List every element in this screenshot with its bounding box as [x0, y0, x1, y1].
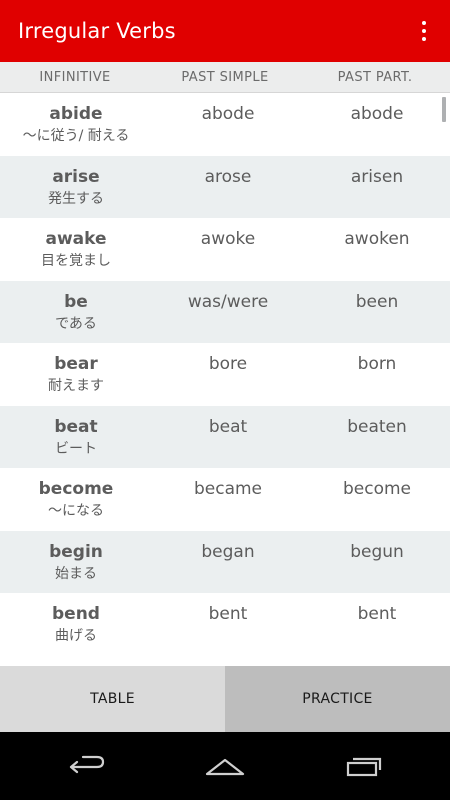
infinitive: arise	[52, 166, 100, 187]
past-participle: begun	[350, 541, 404, 562]
infinitive-cell: bend 曲げる	[0, 593, 152, 656]
past-participle: abode	[350, 104, 404, 124]
home-icon[interactable]	[195, 750, 255, 782]
infinitive: beat	[54, 416, 98, 437]
more-vertical-icon[interactable]	[410, 17, 438, 45]
infinitive: abide	[49, 104, 103, 124]
app-root: Irregular Verbs INFINITIVE PAST SIMPLE P…	[0, 0, 450, 800]
past-simple: bent	[208, 604, 248, 624]
tab-practice[interactable]: PRACTICE	[225, 666, 450, 732]
overflow-dot	[422, 37, 426, 41]
table-row[interactable]: arise 発生する arose arisen	[0, 155, 450, 219]
past-simple: was/were	[187, 291, 269, 312]
bottom-tabs: TABLE PRACTICE	[0, 666, 450, 732]
past-simple: began	[201, 541, 255, 562]
table-row[interactable]: awake 目を覚まし awoke awoken	[0, 218, 450, 281]
meaning: である	[55, 315, 97, 332]
meaning: 耐えます	[48, 378, 104, 394]
overflow-dot	[422, 21, 426, 25]
infinitive-cell: be である	[0, 281, 152, 344]
app-bar: Irregular Verbs	[0, 0, 450, 62]
table-row[interactable]: beat ビート beat beaten	[0, 405, 450, 469]
table-row[interactable]: begin 始まる began begun	[0, 530, 450, 594]
table-row[interactable]: abide 〜に従う/ 耐える abode abode	[0, 93, 450, 156]
past-participle: become	[342, 479, 412, 499]
table-row[interactable]: bend 曲げる bent bent	[0, 593, 450, 656]
infinitive-cell: bear 耐えます	[0, 343, 152, 406]
past-simple: beat	[208, 416, 248, 437]
overflow-dot	[422, 29, 426, 33]
infinitive: bear	[54, 354, 98, 374]
scrollbar-thumb[interactable]	[442, 97, 446, 122]
home-glyph	[205, 758, 245, 776]
back-arrow-glyph	[69, 755, 105, 774]
system-nav-bar	[0, 732, 450, 800]
recent-apps-icon[interactable]	[333, 750, 393, 782]
past-simple: arose	[204, 166, 252, 187]
infinitive: begin	[49, 541, 103, 562]
infinitive-cell: abide 〜に従う/ 耐える	[0, 93, 152, 156]
past-participle: been	[355, 291, 399, 312]
recent-apps-glyph	[346, 757, 382, 777]
infinitive-cell: beat ビート	[0, 406, 152, 469]
app-title: Irregular Verbs	[18, 19, 176, 43]
past-participle: born	[357, 354, 397, 374]
infinitive: bend	[52, 604, 100, 624]
meaning: 〜になる	[48, 503, 104, 519]
back-icon[interactable]	[57, 750, 117, 782]
past-participle: arisen	[350, 166, 404, 187]
table-header: INFINITIVE PAST SIMPLE PAST PART.	[0, 62, 450, 93]
header-infinitive: INFINITIVE	[39, 69, 111, 85]
infinitive-cell: awake 目を覚まし	[0, 218, 152, 281]
table-row[interactable]: bear 耐えます bore born	[0, 343, 450, 406]
past-simple: became	[193, 479, 263, 499]
infinitive: be	[64, 291, 88, 312]
infinitive: become	[38, 479, 114, 499]
past-participle: awoken	[344, 229, 410, 249]
meaning: ビート	[55, 440, 97, 457]
meaning: 曲げる	[55, 628, 97, 644]
past-simple: awoke	[200, 229, 256, 249]
past-participle: bent	[357, 604, 397, 624]
verb-list[interactable]: abide 〜に従う/ 耐える abode abode arise 発生する a…	[0, 93, 450, 666]
infinitive: awake	[45, 229, 107, 249]
header-past-participle: PAST PART.	[337, 69, 413, 85]
table-row[interactable]: be である was/were been	[0, 280, 450, 344]
meaning: 始まる	[55, 565, 97, 582]
meaning: 〜に従う/ 耐える	[22, 128, 130, 144]
tab-table[interactable]: TABLE	[0, 666, 225, 732]
meaning: 発生する	[48, 190, 104, 207]
table-row[interactable]: become 〜になる became become	[0, 468, 450, 531]
past-simple: abode	[201, 104, 255, 124]
infinitive-cell: become 〜になる	[0, 468, 152, 531]
meaning: 目を覚まし	[41, 253, 111, 269]
infinitive-cell: arise 発生する	[0, 156, 152, 219]
header-past-simple: PAST SIMPLE	[181, 69, 269, 85]
past-participle: beaten	[347, 416, 407, 437]
past-simple: bore	[208, 354, 248, 374]
infinitive-cell: begin 始まる	[0, 531, 152, 594]
